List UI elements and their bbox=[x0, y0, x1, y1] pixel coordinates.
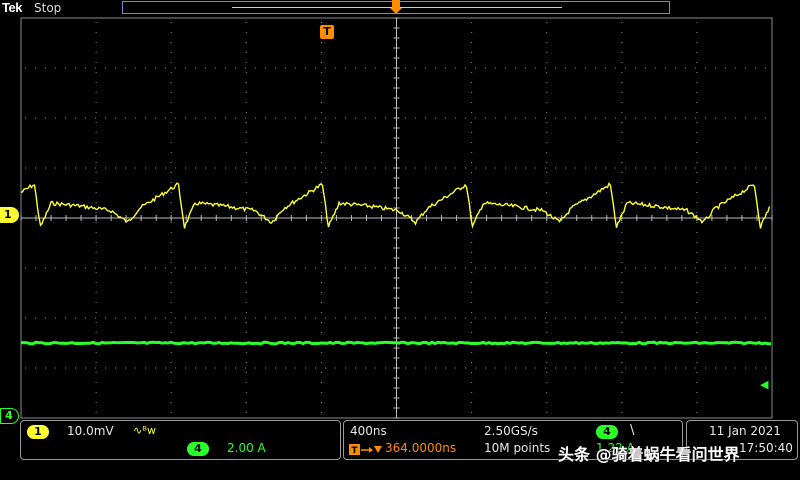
trigger-delay-icon: T bbox=[349, 444, 382, 456]
channel-readout-panel[interactable]: 1 10.0mV ∿ᴮw 4 2.00 A bbox=[20, 420, 341, 460]
record-length: 10M points bbox=[484, 441, 551, 455]
trigger-slope-icon: \ bbox=[630, 423, 635, 438]
ch4-ground-marker[interactable]: 4 bbox=[0, 408, 19, 424]
trigger-source-badge[interactable]: 4 bbox=[596, 425, 618, 439]
ch4-waveform bbox=[20, 340, 772, 346]
time: 17:50:40 bbox=[739, 441, 793, 455]
ch4-badge[interactable]: 4 bbox=[187, 442, 209, 456]
trigger-level-arrow-icon: ◀ bbox=[760, 378, 769, 391]
time-per-div: 400ns bbox=[350, 424, 387, 438]
ch1-badge[interactable]: 1 bbox=[27, 425, 49, 439]
bandwidth-limit-icon: ∿ᴮw bbox=[133, 424, 156, 437]
sample-rate: 2.50GS/s bbox=[484, 424, 538, 438]
ch1-waveform bbox=[20, 182, 771, 229]
waveform-display[interactable] bbox=[0, 0, 800, 480]
ch1-scale: 10.0mV bbox=[67, 424, 114, 438]
ch4-scale: 2.00 A bbox=[227, 441, 266, 455]
date: 11 Jan 2021 bbox=[709, 424, 781, 438]
trigger-marker-icon[interactable]: T bbox=[320, 25, 334, 39]
trigger-delay: 364.0000ns bbox=[385, 441, 457, 455]
watermark: 头条 @骑着蜗牛看问世界 bbox=[558, 445, 740, 464]
svg-text:T: T bbox=[351, 446, 358, 456]
ch1-ground-marker[interactable]: 1 bbox=[0, 207, 19, 223]
